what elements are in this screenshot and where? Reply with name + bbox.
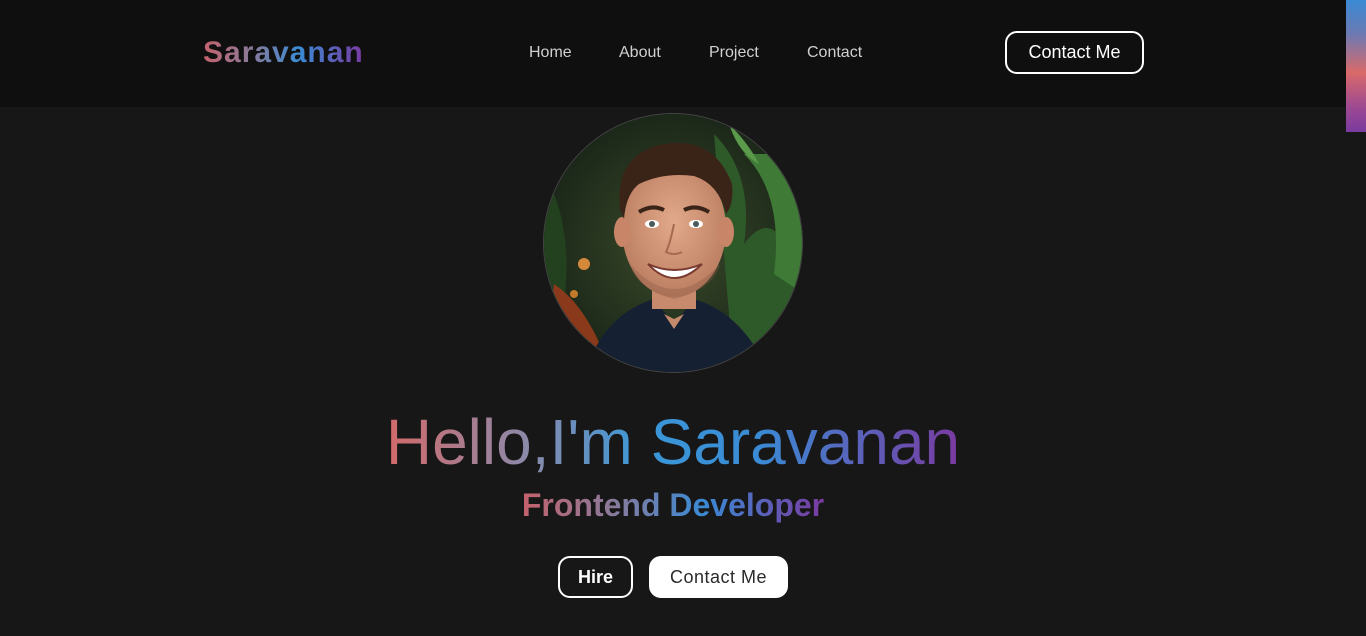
hero-contact-button[interactable]: Contact Me <box>649 556 788 598</box>
nav-link-project[interactable]: Project <box>709 43 759 63</box>
hero-subtitle-text: Frontend Developer <box>521 487 825 523</box>
page-scrollbar[interactable] <box>1346 0 1366 636</box>
hero-subtitle: Frontend Developer <box>0 486 1346 524</box>
site-logo[interactable]: Saravanan <box>203 36 364 70</box>
nav-link-about[interactable]: About <box>619 43 661 63</box>
portfolio-page: Saravanan Home About Project Contact Con… <box>0 0 1366 636</box>
profile-photo <box>543 113 803 373</box>
nav-link-home[interactable]: Home <box>529 43 572 63</box>
nav-link-contact[interactable]: Contact <box>807 43 862 63</box>
site-header: Saravanan Home About Project Contact Con… <box>0 0 1346 107</box>
hero-heading: Hello,I'm Saravanan <box>0 404 1346 480</box>
profile-photo-image <box>544 114 802 372</box>
scrollbar-thumb[interactable] <box>1346 0 1366 132</box>
hero-heading-text: Hello,I'm Saravanan <box>385 406 961 478</box>
hire-button[interactable]: Hire <box>558 556 633 598</box>
header-contact-button[interactable]: Contact Me <box>1005 31 1144 74</box>
